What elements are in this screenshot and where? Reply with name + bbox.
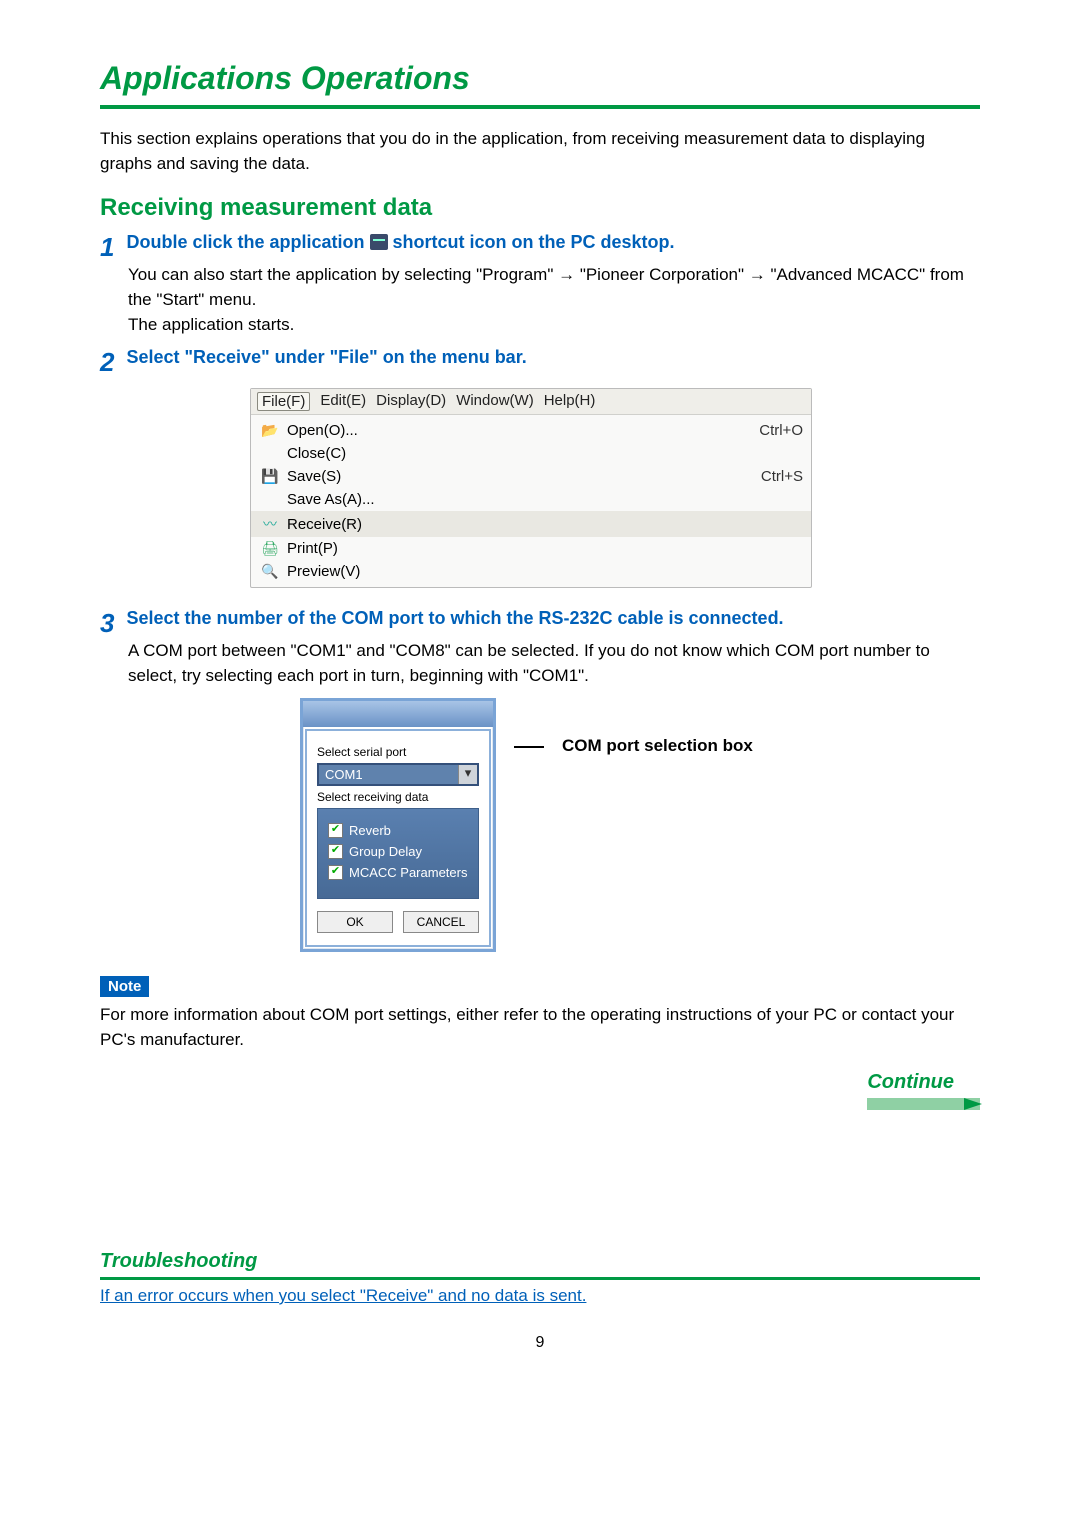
dialog-titlebar — [303, 701, 493, 727]
text: Double click the application — [126, 232, 369, 252]
label: Group Delay — [349, 844, 422, 859]
print-icon — [259, 540, 281, 557]
receive-dialog: Select serial port COM1 ▾ Select receivi… — [300, 698, 496, 952]
label: Reverb — [349, 823, 391, 838]
com-port-select[interactable]: COM1 ▾ — [317, 763, 479, 786]
step-3-heading: Select the number of the COM port to whi… — [126, 608, 783, 628]
text: You can also start the application by se… — [128, 265, 558, 284]
troubleshooting-heading: Troubleshooting — [100, 1250, 980, 1273]
receive-icon — [259, 514, 281, 534]
menu-screenshot: File(F) Edit(E) Display(D) Window(W) Hel… — [250, 388, 812, 588]
label: Save As(A)... — [287, 491, 803, 508]
title-rule — [100, 105, 980, 109]
file-menu-dropdown: Open(O)... Ctrl+O Close(C) Save(S) Ctrl+… — [251, 415, 811, 587]
step-number: 2 — [100, 347, 122, 378]
label: Preview(V) — [287, 563, 803, 580]
preview-icon — [259, 563, 281, 580]
text: "Pioneer Corporation" — [580, 265, 749, 284]
menubar: File(F) Edit(E) Display(D) Window(W) Hel… — [251, 389, 811, 415]
troubleshooting-link[interactable]: If an error occurs when you select "Rece… — [100, 1286, 586, 1305]
menu-item-saveas[interactable]: Save As(A)... — [251, 488, 811, 511]
callout-line — [514, 746, 544, 748]
open-icon — [259, 422, 281, 439]
continue-link[interactable]: Continue — [867, 1071, 980, 1110]
shortcut: Ctrl+O — [759, 422, 803, 439]
menu-item-open[interactable]: Open(O)... Ctrl+O — [251, 419, 811, 442]
label: Print(P) — [287, 540, 803, 557]
text: shortcut icon on the PC desktop. — [393, 232, 675, 252]
menu-item-preview[interactable]: Preview(V) — [251, 560, 811, 583]
menu-display[interactable]: Display(D) — [376, 392, 446, 411]
menu-item-print[interactable]: Print(P) — [251, 537, 811, 560]
arrow-icon: → — [558, 265, 575, 284]
page-title: Applications Operations — [100, 60, 980, 97]
menu-item-close[interactable]: Close(C) — [251, 442, 811, 465]
checkbox-icon: ✔ — [328, 844, 343, 859]
shortcut: Ctrl+S — [761, 468, 803, 485]
step-number: 3 — [100, 608, 122, 639]
text: The application starts. — [128, 313, 980, 338]
app-shortcut-icon — [370, 234, 388, 250]
label: Open(O)... — [287, 422, 759, 439]
note-text: For more information about COM port sett… — [100, 1003, 980, 1052]
step-3: 3 Select the number of the COM port to w… — [100, 608, 980, 688]
arrow-icon: → — [749, 265, 766, 284]
ok-button[interactable]: OK — [317, 911, 393, 933]
callout-label: COM port selection box — [562, 736, 753, 756]
menu-file[interactable]: File(F) — [257, 392, 310, 411]
label: Close(C) — [287, 445, 803, 462]
label: MCACC Parameters — [349, 865, 467, 880]
menu-item-receive[interactable]: Receive(R) — [251, 511, 811, 537]
checkbox-reverb[interactable]: ✔ Reverb — [328, 823, 468, 838]
menu-window[interactable]: Window(W) — [456, 392, 534, 411]
step-number: 1 — [100, 232, 122, 263]
step-2-heading: Select "Receive" under "File" on the men… — [126, 347, 526, 367]
checkbox-icon: ✔ — [328, 865, 343, 880]
intro-text: This section explains operations that yo… — [100, 127, 980, 176]
menu-edit[interactable]: Edit(E) — [320, 392, 366, 411]
step-2: 2 Select "Receive" under "File" on the m… — [100, 347, 980, 378]
menu-item-save[interactable]: Save(S) Ctrl+S — [251, 465, 811, 488]
cancel-button[interactable]: CANCEL — [403, 911, 479, 933]
label-select-data: Select receiving data — [317, 790, 479, 804]
dropdown-icon[interactable]: ▾ — [458, 765, 477, 784]
save-icon — [259, 468, 281, 485]
com-port-value: COM1 — [319, 765, 458, 784]
checkbox-mcacc[interactable]: ✔ MCACC Parameters — [328, 865, 468, 880]
checkbox-group-delay[interactable]: ✔ Group Delay — [328, 844, 468, 859]
label-select-serial: Select serial port — [317, 745, 479, 759]
label: Save(S) — [287, 468, 761, 485]
checkbox-icon: ✔ — [328, 823, 343, 838]
step-1: 1 Double click the application shortcut … — [100, 232, 980, 337]
step-3-body: A COM port between "COM1" and "COM8" can… — [128, 639, 980, 688]
note-badge: Note — [100, 976, 149, 997]
step-1-heading: Double click the application shortcut ic… — [126, 232, 674, 252]
section-heading: Receiving measurement data — [100, 194, 980, 222]
menu-help[interactable]: Help(H) — [544, 392, 596, 411]
troubleshooting-rule — [100, 1277, 980, 1280]
page-number: 9 — [100, 1334, 980, 1352]
label: Receive(R) — [287, 516, 803, 533]
